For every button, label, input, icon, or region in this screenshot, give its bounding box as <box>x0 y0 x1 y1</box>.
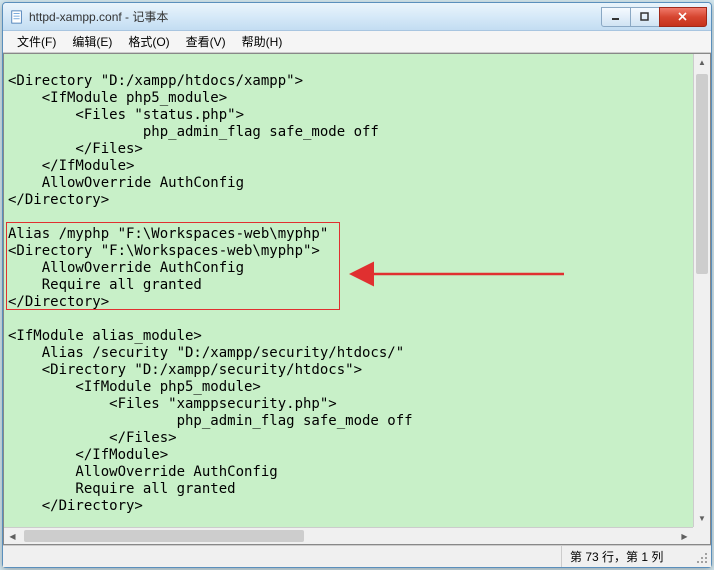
cursor-position: 第 73 行，第 1 列 <box>561 546 681 567</box>
text-content[interactable]: <Directory "D:/xampp/htdocs/xampp"> <IfM… <box>4 54 710 544</box>
statusbar: 第 73 行，第 1 列 <box>3 545 711 567</box>
menubar: 文件(F) 编辑(E) 格式(O) 查看(V) 帮助(H) <box>3 31 711 53</box>
scroll-thumb-v[interactable] <box>696 74 708 274</box>
menu-format[interactable]: 格式(O) <box>120 31 177 52</box>
menu-help[interactable]: 帮助(H) <box>234 31 291 52</box>
resize-grip-icon[interactable] <box>695 551 709 565</box>
vertical-scrollbar[interactable]: ▲ ▼ <box>693 54 710 527</box>
scroll-up-icon[interactable]: ▲ <box>694 54 710 71</box>
window-controls <box>602 7 707 27</box>
scroll-right-icon[interactable]: ▶ <box>676 528 693 544</box>
menu-edit[interactable]: 编辑(E) <box>64 31 120 52</box>
editor-area: <Directory "D:/xampp/htdocs/xampp"> <IfM… <box>3 53 711 545</box>
titlebar[interactable]: httpd-xampp.conf - 记事本 <box>3 3 711 31</box>
scrollbar-corner <box>693 527 710 544</box>
scroll-down-icon[interactable]: ▼ <box>694 510 710 527</box>
notepad-window: httpd-xampp.conf - 记事本 文件(F) 编辑(E) 格式(O)… <box>2 2 712 568</box>
close-button[interactable] <box>659 7 707 27</box>
minimize-button[interactable] <box>601 7 631 27</box>
maximize-button[interactable] <box>630 7 660 27</box>
scroll-thumb-h[interactable] <box>24 530 304 542</box>
menu-file[interactable]: 文件(F) <box>9 31 64 52</box>
menu-view[interactable]: 查看(V) <box>178 31 234 52</box>
horizontal-scrollbar[interactable]: ◀ ▶ <box>4 527 693 544</box>
notepad-icon <box>9 9 25 25</box>
scroll-left-icon[interactable]: ◀ <box>4 528 21 544</box>
window-title: httpd-xampp.conf - 记事本 <box>29 8 602 25</box>
